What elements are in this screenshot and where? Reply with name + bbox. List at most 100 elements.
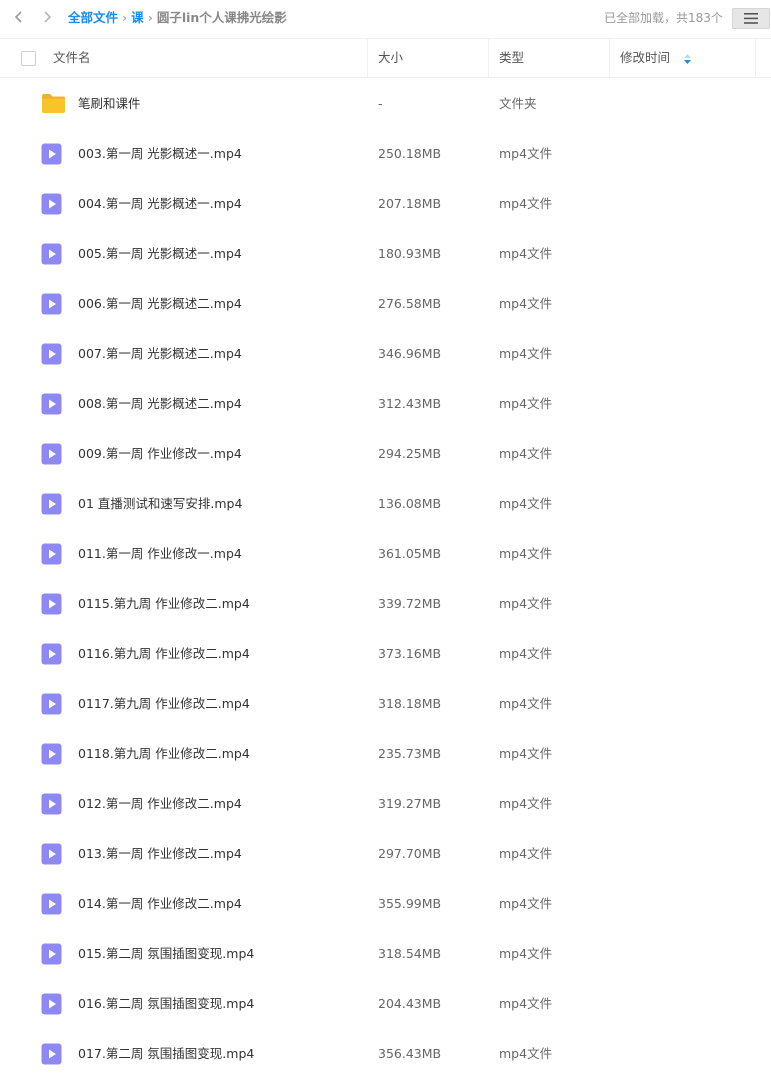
file-row[interactable]: 013.第一周 作业修改二.mp4 297.70MB mp4文件 [0, 829, 771, 879]
file-name[interactable]: 0117.第九周 作业修改二.mp4 [78, 696, 250, 712]
file-type: mp4文件 [499, 446, 553, 461]
file-name[interactable]: 笔刷和课件 [78, 96, 141, 112]
file-row[interactable]: 0116.第九周 作业修改二.mp4 373.16MB mp4文件 [0, 629, 771, 679]
file-row[interactable]: 0118.第九周 作业修改二.mp4 235.73MB mp4文件 [0, 729, 771, 779]
video-file-icon [41, 693, 62, 719]
file-size: 136.08MB [378, 496, 442, 511]
breadcrumb-level1[interactable]: 课 [131, 10, 144, 25]
file-size: 318.54MB [378, 946, 442, 961]
column-header-size[interactable]: 大小 [378, 39, 403, 77]
file-name[interactable]: 017.第二周 氛围插图变现.mp4 [78, 1046, 254, 1062]
video-file-icon [41, 393, 62, 419]
file-name[interactable]: 015.第二周 氛围插图变现.mp4 [78, 946, 254, 962]
file-type: mp4文件 [499, 796, 553, 811]
file-type: mp4文件 [499, 896, 553, 911]
file-name[interactable]: 016.第二周 氛围插图变现.mp4 [78, 996, 254, 1012]
file-name[interactable]: 01 直播测试和速写安排.mp4 [78, 496, 242, 512]
file-size: 339.72MB [378, 596, 442, 611]
file-row[interactable]: 01 直播测试和速写安排.mp4 136.08MB mp4文件 [0, 479, 771, 529]
breadcrumb: 全部文件 › 课 › 圆子lin个人课拂光绘影 [68, 10, 287, 26]
file-list-header: 文件名 大小 类型 修改时间 [0, 38, 771, 78]
file-name[interactable]: 0118.第九周 作业修改二.mp4 [78, 746, 250, 762]
file-name[interactable]: 013.第一周 作业修改二.mp4 [78, 846, 242, 862]
file-type: mp4文件 [499, 746, 553, 761]
back-button[interactable] [10, 8, 28, 26]
video-file-icon [41, 643, 62, 669]
video-file-icon [41, 443, 62, 469]
column-divider[interactable] [755, 39, 756, 77]
file-type: mp4文件 [499, 596, 553, 611]
file-row[interactable]: 007.第一周 光影概述二.mp4 346.96MB mp4文件 [0, 329, 771, 379]
file-type: mp4文件 [499, 996, 553, 1011]
file-row[interactable]: 0115.第九周 作业修改二.mp4 339.72MB mp4文件 [0, 579, 771, 629]
file-row[interactable]: 0117.第九周 作业修改二.mp4 318.18MB mp4文件 [0, 679, 771, 729]
file-size: - [378, 96, 383, 111]
file-name[interactable]: 009.第一周 作业修改一.mp4 [78, 446, 242, 462]
video-file-icon [41, 993, 62, 1019]
video-file-icon [41, 843, 62, 869]
file-type: mp4文件 [499, 946, 553, 961]
file-type: mp4文件 [499, 696, 553, 711]
breadcrumb-root[interactable]: 全部文件 [68, 10, 118, 25]
column-header-name[interactable]: 文件名 [53, 39, 91, 77]
file-name[interactable]: 011.第一周 作业修改一.mp4 [78, 546, 242, 562]
file-type: mp4文件 [499, 396, 553, 411]
view-menu-button[interactable] [732, 8, 770, 29]
column-header-modified-label: 修改时间 [620, 50, 671, 65]
breadcrumb-current: 圆子lin个人课拂光绘影 [156, 10, 287, 25]
file-size: 276.58MB [378, 296, 442, 311]
file-name[interactable]: 012.第一周 作业修改二.mp4 [78, 796, 242, 812]
file-type: mp4文件 [499, 646, 553, 661]
file-name[interactable]: 004.第一周 光影概述一.mp4 [78, 196, 242, 212]
file-row[interactable]: 014.第一周 作业修改二.mp4 355.99MB mp4文件 [0, 879, 771, 929]
file-row[interactable]: 笔刷和课件 - 文件夹 [0, 79, 771, 129]
file-name[interactable]: 006.第一周 光影概述二.mp4 [78, 296, 242, 312]
file-row[interactable]: 016.第二周 氛围插图变现.mp4 204.43MB mp4文件 [0, 979, 771, 1029]
file-type: mp4文件 [499, 296, 553, 311]
file-row[interactable]: 015.第二周 氛围插图变现.mp4 318.54MB mp4文件 [0, 929, 771, 979]
file-name[interactable]: 005.第一周 光影概述一.mp4 [78, 246, 242, 262]
file-row[interactable]: 003.第一周 光影概述一.mp4 250.18MB mp4文件 [0, 129, 771, 179]
video-file-icon [41, 293, 62, 319]
column-divider[interactable] [488, 39, 489, 77]
file-size: 373.16MB [378, 646, 442, 661]
forward-button[interactable] [38, 8, 56, 26]
file-type: mp4文件 [499, 346, 553, 361]
chevron-right-icon [44, 11, 52, 23]
file-name[interactable]: 0115.第九周 作业修改二.mp4 [78, 596, 250, 612]
file-row[interactable]: 009.第一周 作业修改一.mp4 294.25MB mp4文件 [0, 429, 771, 479]
select-all-checkbox[interactable] [21, 51, 36, 66]
file-name[interactable]: 0116.第九周 作业修改二.mp4 [78, 646, 250, 662]
file-row[interactable]: 004.第一周 光影概述一.mp4 207.18MB mp4文件 [0, 179, 771, 229]
video-file-icon [41, 793, 62, 819]
file-row[interactable]: 017.第二周 氛围插图变现.mp4 356.43MB mp4文件 [0, 1029, 771, 1079]
file-name[interactable]: 007.第一周 光影概述二.mp4 [78, 346, 242, 362]
sort-icon [684, 53, 692, 64]
column-divider[interactable] [367, 39, 368, 77]
column-divider[interactable] [609, 39, 610, 77]
file-name[interactable]: 003.第一周 光影概述一.mp4 [78, 146, 242, 162]
file-row[interactable]: 011.第一周 作业修改一.mp4 361.05MB mp4文件 [0, 529, 771, 579]
file-size: 297.70MB [378, 846, 442, 861]
file-row[interactable]: 005.第一周 光影概述一.mp4 180.93MB mp4文件 [0, 229, 771, 279]
file-name[interactable]: 014.第一周 作业修改二.mp4 [78, 896, 242, 912]
video-file-icon [41, 343, 62, 369]
video-file-icon [41, 143, 62, 169]
file-row[interactable]: 008.第一周 光影概述二.mp4 312.43MB mp4文件 [0, 379, 771, 429]
file-type: mp4文件 [499, 546, 553, 561]
video-file-icon [41, 543, 62, 569]
file-size: 355.99MB [378, 896, 442, 911]
column-header-type[interactable]: 类型 [499, 39, 524, 77]
breadcrumb-separator: › [147, 10, 153, 25]
file-row[interactable]: 006.第一周 光影概述二.mp4 276.58MB mp4文件 [0, 279, 771, 329]
video-file-icon [41, 1043, 62, 1069]
column-header-modified[interactable]: 修改时间 [620, 39, 692, 77]
video-file-icon [41, 893, 62, 919]
file-size: 318.18MB [378, 696, 442, 711]
file-size: 204.43MB [378, 996, 442, 1011]
video-file-icon [41, 593, 62, 619]
file-name[interactable]: 008.第一周 光影概述二.mp4 [78, 396, 242, 412]
file-size: 346.96MB [378, 346, 442, 361]
file-row[interactable]: 012.第一周 作业修改二.mp4 319.27MB mp4文件 [0, 779, 771, 829]
file-size: 207.18MB [378, 196, 442, 211]
